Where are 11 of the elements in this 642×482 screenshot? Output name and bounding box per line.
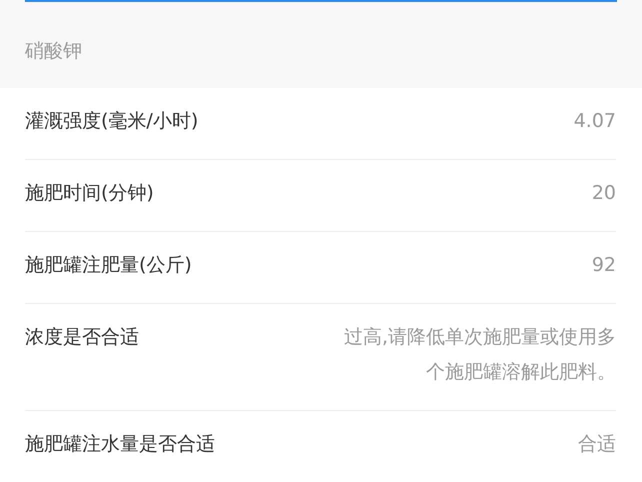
row-value: 20 — [592, 181, 616, 206]
row-value: 92 — [592, 253, 616, 278]
row-value: 4.07 — [574, 109, 616, 134]
row-label: 施肥罐注肥量(公斤) — [25, 253, 192, 278]
row-value: 合适 — [578, 432, 616, 457]
row-value: 过高,请降低单次施肥量或使用多个施肥罐溶解此肥料。 — [342, 325, 616, 385]
section-title: 硝酸钾 — [25, 38, 82, 64]
row-label: 施肥时间(分钟) — [25, 181, 154, 206]
row-label: 浓度是否合适 — [25, 325, 139, 350]
row-label: 灌溉强度(毫米/小时) — [25, 109, 198, 134]
row-label: 施肥罐注水量是否合适 — [25, 432, 215, 457]
